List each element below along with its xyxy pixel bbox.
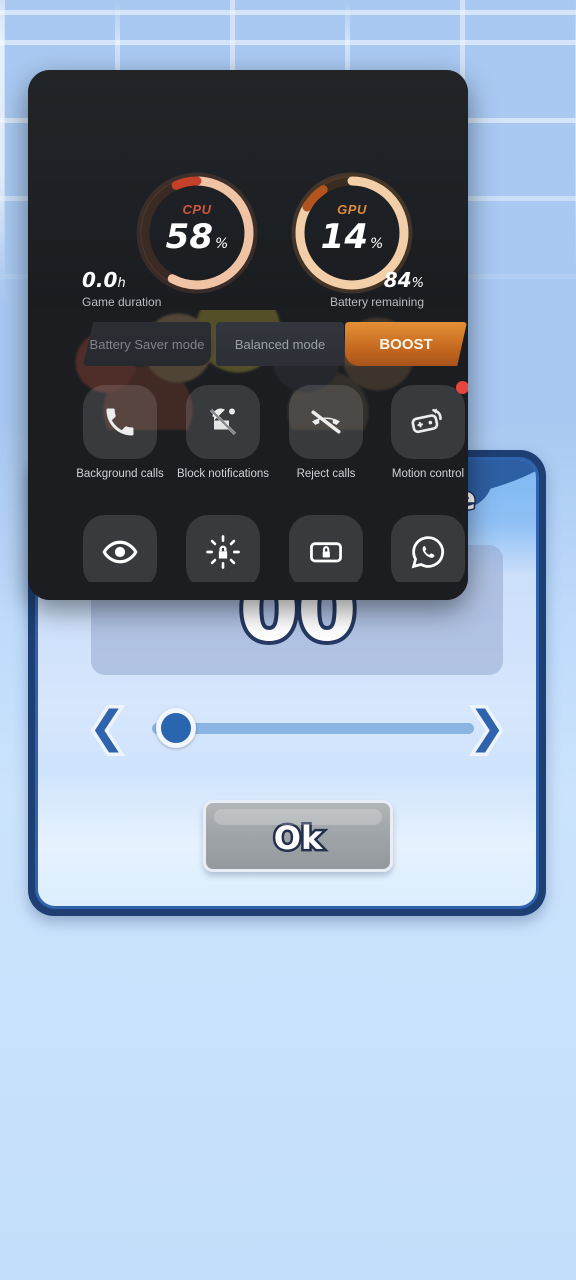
tile-block-notifications[interactable]: Block notifications [177, 385, 269, 481]
gpu-unit: % [370, 236, 384, 252]
notification-badge [456, 381, 468, 394]
age-slider-thumb[interactable] [156, 708, 196, 748]
motion-control-icon [391, 381, 468, 459]
phone-icon [83, 385, 157, 459]
cpu-unit: % [215, 236, 229, 252]
tile-label: Reject calls [296, 468, 356, 480]
whatsapp-icon [391, 515, 465, 589]
next-arrow-icon[interactable]: ❯ [464, 702, 510, 753]
brightness-lock-icon [186, 515, 260, 589]
battery-unit: % [411, 276, 424, 291]
tile-motion-control[interactable]: Motion control [391, 381, 468, 481]
age-slider-track[interactable] [152, 723, 474, 734]
game-assistant-panel: CPU 58% GPU 14% 0.0h Game duration 84% B… [28, 70, 468, 600]
game-duration-value: 0.0 [82, 268, 118, 292]
game-duration-unit: h [117, 276, 126, 291]
mode-battery-saver[interactable]: Battery Saver mode [83, 322, 211, 366]
game-duration-label: Game duration [82, 295, 162, 309]
age-slider-row: ❮ ❯ [62, 700, 524, 756]
battery-label: Battery remaining [329, 295, 424, 309]
battery-stat: 84% Battery remaining [330, 268, 424, 309]
cpu-value: 58 [165, 217, 213, 257]
tile-label: Motion control [391, 468, 465, 480]
tile-reject-calls[interactable]: Reject calls [289, 385, 363, 481]
performance-mode-row: Battery Saver mode Balanced mode BOOST [83, 322, 467, 368]
mode-boost[interactable]: BOOST [345, 322, 467, 366]
tile-background-calls[interactable]: Background calls [76, 385, 164, 481]
previous-arrow-icon[interactable]: ❮ [84, 702, 130, 753]
panel-bottom-edge [28, 582, 468, 600]
ok-button[interactable]: Ok [203, 800, 393, 872]
block-notifications-icon [186, 385, 260, 459]
eye-icon [83, 515, 157, 589]
gpu-label: GPU [337, 202, 367, 217]
tile-label: Block notifications [176, 468, 270, 480]
tile-row-1: Background calls Block notifications Rej… [28, 381, 468, 503]
cpu-value-wrap: 58% [133, 218, 261, 263]
screen-lock-icon [289, 515, 363, 589]
assistant-tile-grid: Background calls Block notifications Rej… [28, 381, 468, 600]
mode-balanced[interactable]: Balanced mode [216, 322, 344, 366]
battery-value: 84 [383, 268, 412, 292]
gpu-value-wrap: 14% [288, 218, 416, 263]
tile-label: Background calls [76, 468, 164, 480]
battery-value-wrap: 84% [330, 268, 424, 292]
ok-button-label: Ok [271, 817, 324, 860]
game-duration-stat: 0.0h Game duration [82, 268, 161, 309]
reject-call-icon [289, 385, 363, 459]
game-duration-value-wrap: 0.0h [82, 268, 161, 292]
cpu-label: CPU [182, 202, 212, 217]
gpu-value: 14 [320, 217, 368, 257]
